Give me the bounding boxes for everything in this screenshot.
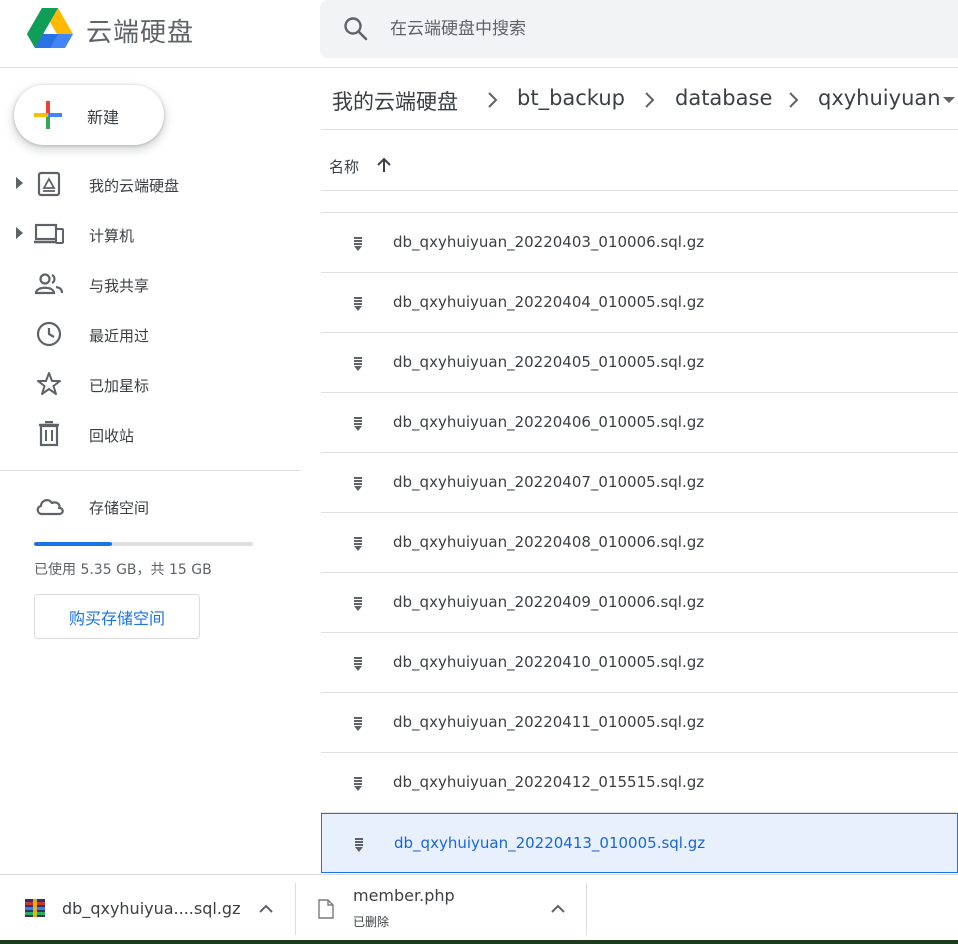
list-column-header: 名称 (321, 131, 958, 191)
sidebar-item-trash[interactable]: 回收站 (0, 412, 300, 456)
star-icon (37, 372, 61, 395)
sidebar-item-recent[interactable]: 最近用过 (0, 312, 300, 356)
chevron-right-icon (645, 92, 655, 108)
file-list: db_qxyhuiyuan_20220403_010006.sql.gz db_q… (321, 192, 958, 874)
cloud-icon (36, 499, 64, 516)
drive-logo-icon[interactable] (26, 6, 74, 50)
download-separator (586, 883, 587, 935)
breadcrumb-item-qxyhuiyuan[interactable]: qxyhuiyuan (818, 86, 941, 110)
storage-usage-fill (34, 542, 113, 546)
file-name: db_qxyhuiyuan_20220412_015515.sql.gz (393, 773, 705, 791)
drive-icon (37, 171, 61, 197)
table-row[interactable] (321, 192, 958, 213)
sidebar-item-label: 与我共享 (89, 277, 150, 295)
search-input[interactable] (390, 14, 910, 44)
file-name: db_qxyhuiyuan_20220408_010006.sql.gz (393, 533, 705, 551)
downloads-bar: db_qxyhuiyua....sql.gz member.php 已删除 (0, 874, 958, 944)
new-button-label: 新建 (87, 108, 120, 127)
download-status: 已删除 (353, 915, 390, 929)
download-filename: db_qxyhuiyua....sql.gz (62, 899, 241, 918)
storage-usage-text: 已使用 5.35 GB，共 15 GB (34, 562, 212, 578)
archive-file-icon (354, 237, 362, 251)
people-icon (34, 273, 64, 295)
archive-file-icon (354, 297, 362, 311)
search-icon[interactable] (342, 15, 370, 43)
breadcrumb-item-database[interactable]: database (675, 86, 772, 110)
download-filename: member.php (353, 886, 455, 905)
download-item[interactable]: db_qxyhuiyua....sql.gz (0, 875, 295, 941)
file-name: db_qxyhuiyuan_20220406_010005.sql.gz (393, 413, 705, 431)
table-row[interactable]: db_qxyhuiyuan_20220406_010005.sql.gz (321, 393, 958, 453)
computer-icon (34, 223, 64, 244)
sidebar-item-starred[interactable]: 已加星标 (0, 362, 300, 406)
chevron-right-icon (789, 92, 799, 108)
file-name: db_qxyhuiyuan_20220409_010006.sql.gz (393, 593, 705, 611)
archive-file-icon (354, 537, 362, 551)
breadcrumb-item-my-drive[interactable]: 我的云端硬盘 (332, 86, 458, 116)
archive-file-icon (354, 717, 362, 731)
table-row[interactable]: db_qxyhuiyuan_20220408_010006.sql.gz (321, 513, 958, 573)
file-name: db_qxyhuiyuan_20220410_010005.sql.gz (393, 653, 705, 671)
table-row[interactable]: db_qxyhuiyuan_20220407_010005.sql.gz (321, 453, 958, 513)
trash-icon (39, 421, 59, 447)
archive-file-icon (354, 357, 362, 371)
file-name: db_qxyhuiyuan_20220413_010005.sql.gz (394, 834, 706, 852)
chevron-right-icon (488, 92, 498, 108)
file-name: db_qxyhuiyuan_20220411_010005.sql.gz (393, 713, 705, 731)
table-row[interactable]: db_qxyhuiyuan_20220409_010006.sql.gz (321, 573, 958, 633)
sidebar: 新建 我的云端硬盘 计算机 与我共享 最近用过 已加星标 回收站 存储空间 已使… (0, 69, 300, 875)
clock-icon (36, 321, 62, 347)
sidebar-item-my-drive[interactable]: 我的云端硬盘 (0, 162, 300, 206)
search-bar[interactable] (320, 0, 958, 58)
sidebar-item-computers[interactable]: 计算机 (0, 212, 300, 256)
sidebar-item-label: 回收站 (89, 427, 135, 445)
archive-file-icon (354, 477, 362, 491)
sidebar-item-shared[interactable]: 与我共享 (0, 262, 300, 306)
sidebar-item-label: 我的云端硬盘 (89, 177, 180, 195)
chevron-up-icon[interactable] (258, 904, 274, 914)
table-row[interactable]: db_qxyhuiyuan_20220413_010005.sql.gz (321, 813, 958, 873)
breadcrumb: 我的云端硬盘 bt_backup database qxyhuiyuan (321, 69, 958, 130)
sidebar-item-label: 最近用过 (89, 327, 150, 345)
new-button[interactable]: 新建 (14, 85, 164, 145)
table-row[interactable]: db_qxyhuiyuan_20220410_010005.sql.gz (321, 633, 958, 693)
sort-ascending-arrow-icon[interactable] (375, 155, 393, 175)
table-row[interactable]: db_qxyhuiyuan_20220412_015515.sql.gz (321, 753, 958, 813)
file-name: db_qxyhuiyuan_20220405_010005.sql.gz (393, 353, 705, 371)
column-name-header[interactable]: 名称 (329, 156, 359, 177)
breadcrumb-item-bt-backup[interactable]: bt_backup (517, 86, 625, 110)
sidebar-item-label: 已加星标 (89, 377, 150, 395)
plus-icon (34, 101, 62, 129)
chevron-up-icon[interactable] (550, 904, 566, 914)
archive-file-icon (354, 597, 362, 611)
download-item[interactable]: member.php 已删除 (296, 875, 586, 941)
buy-storage-button[interactable]: 购买存储空间 (34, 594, 200, 639)
expand-caret-icon[interactable] (16, 177, 23, 189)
archive-file-icon (355, 838, 363, 852)
file-name: db_qxyhuiyuan_20220403_010006.sql.gz (393, 233, 705, 251)
file-name: db_qxyhuiyuan_20220407_010005.sql.gz (393, 473, 705, 491)
app-title[interactable]: 云端硬盘 (86, 12, 194, 49)
storage-usage-bar (34, 542, 253, 546)
archive-icon (25, 899, 45, 917)
archive-file-icon (354, 777, 362, 791)
sidebar-item-label: 计算机 (89, 227, 135, 245)
expand-caret-icon[interactable] (16, 227, 23, 239)
folder-menu-dropdown-icon[interactable] (943, 97, 955, 103)
table-row[interactable]: db_qxyhuiyuan_20220411_010005.sql.gz (321, 693, 958, 753)
file-icon (318, 899, 334, 919)
storage-label: 存储空间 (89, 499, 150, 517)
archive-file-icon (354, 657, 362, 671)
archive-file-icon (354, 417, 362, 431)
file-name: db_qxyhuiyuan_20220404_010005.sql.gz (393, 293, 705, 311)
table-row[interactable]: db_qxyhuiyuan_20220405_010005.sql.gz (321, 333, 958, 393)
downloads-bar-bottom-edge (0, 940, 958, 944)
table-row[interactable]: db_qxyhuiyuan_20220403_010006.sql.gz (321, 213, 958, 273)
sidebar-item-storage[interactable]: 存储空间 (0, 484, 300, 528)
table-row[interactable]: db_qxyhuiyuan_20220404_010005.sql.gz (321, 273, 958, 333)
top-header: 云端硬盘 (0, 0, 958, 68)
sidebar-divider (0, 470, 300, 471)
